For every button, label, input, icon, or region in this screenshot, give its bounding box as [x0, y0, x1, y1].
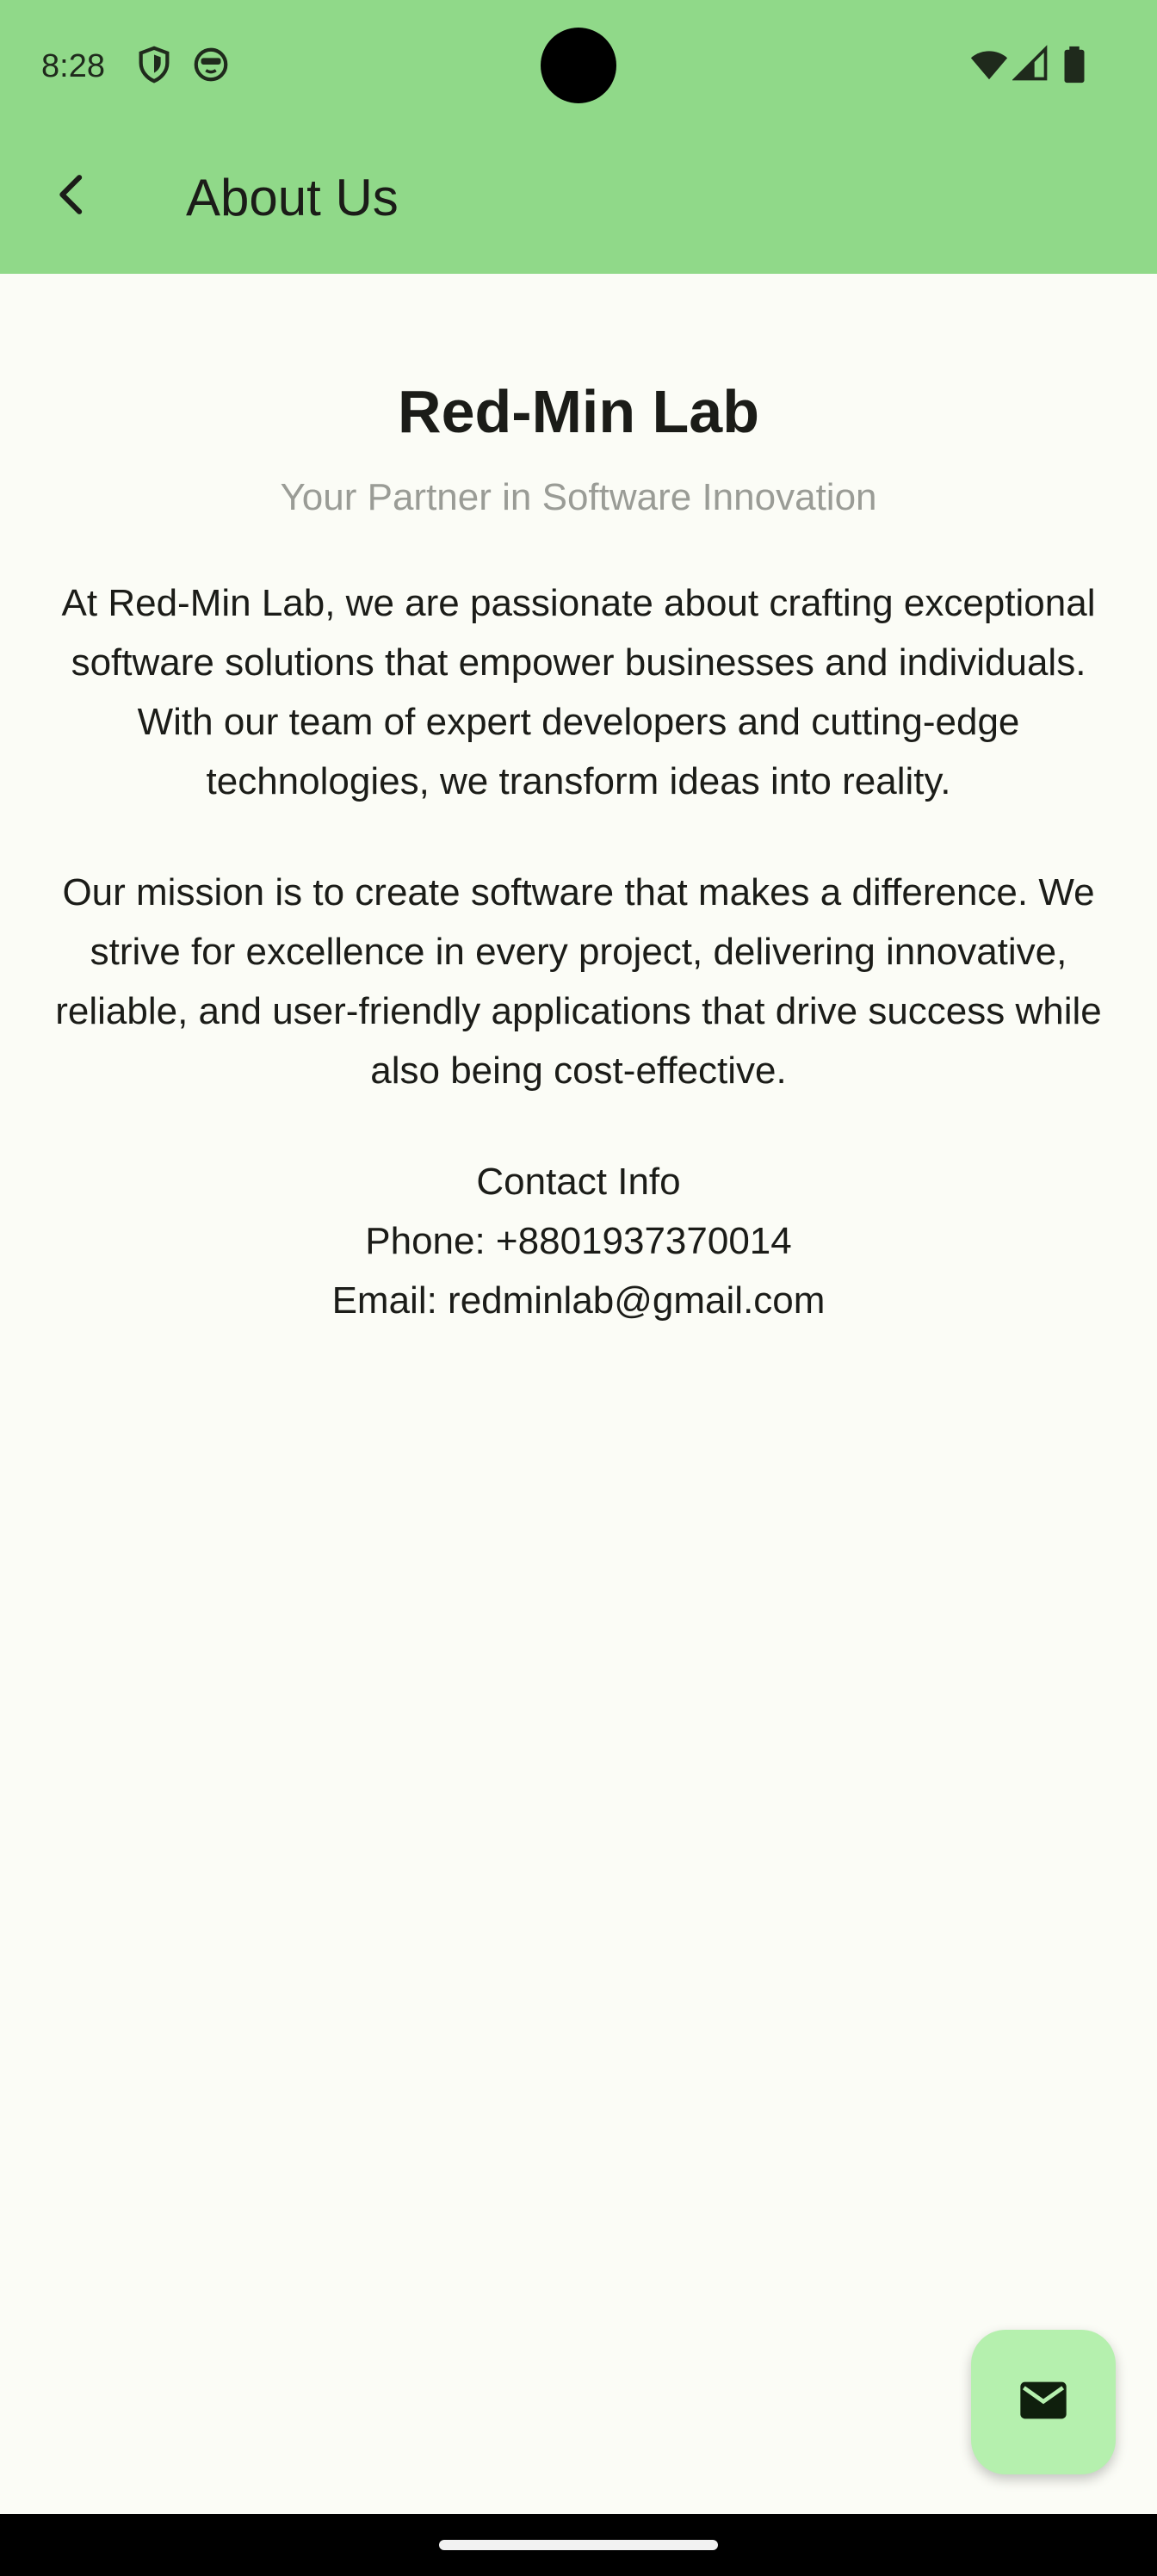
system-nav-bar	[0, 2514, 1157, 2576]
about-content: Red-Min Lab Your Partner in Software Inn…	[34, 274, 1123, 1330]
company-name: Red-Min Lab	[398, 378, 759, 445]
contact-info: Contact Info Phone: +8801937370014 Email…	[34, 1152, 1123, 1330]
email-fab-button[interactable]	[971, 2330, 1116, 2474]
battery-icon	[1057, 45, 1092, 84]
contact-phone: Phone: +8801937370014	[365, 1220, 792, 1262]
mission-paragraph: Our mission is to create software that m…	[55, 871, 1102, 1092]
wifi-icon	[969, 45, 1009, 84]
contact-title: Contact Info	[476, 1161, 681, 1203]
signal-icon	[1012, 45, 1052, 84]
back-button[interactable]	[31, 155, 114, 238]
shield-icon	[134, 45, 174, 84]
home-gesture-handle[interactable]	[439, 2540, 718, 2550]
arrow-back-icon	[48, 170, 96, 223]
mail-icon	[1016, 2373, 1071, 2432]
status-bar: 8:28	[0, 0, 1157, 129]
status-time: 8:28	[41, 48, 105, 84]
page-title: About Us	[186, 169, 399, 226]
camera-cutout	[541, 28, 616, 103]
about-paragraph: At Red-Min Lab, we are passionate about …	[61, 582, 1096, 802]
app-bar: About Us	[0, 129, 1157, 274]
contact-email: Email: redminlab@gmail.com	[331, 1279, 826, 1322]
face-icon	[191, 45, 231, 84]
about-screen: 8:28 About Us Red-Min Lab Your Partner i…	[0, 0, 1157, 2576]
company-tagline: Your Partner in Software Innovation	[280, 476, 877, 518]
